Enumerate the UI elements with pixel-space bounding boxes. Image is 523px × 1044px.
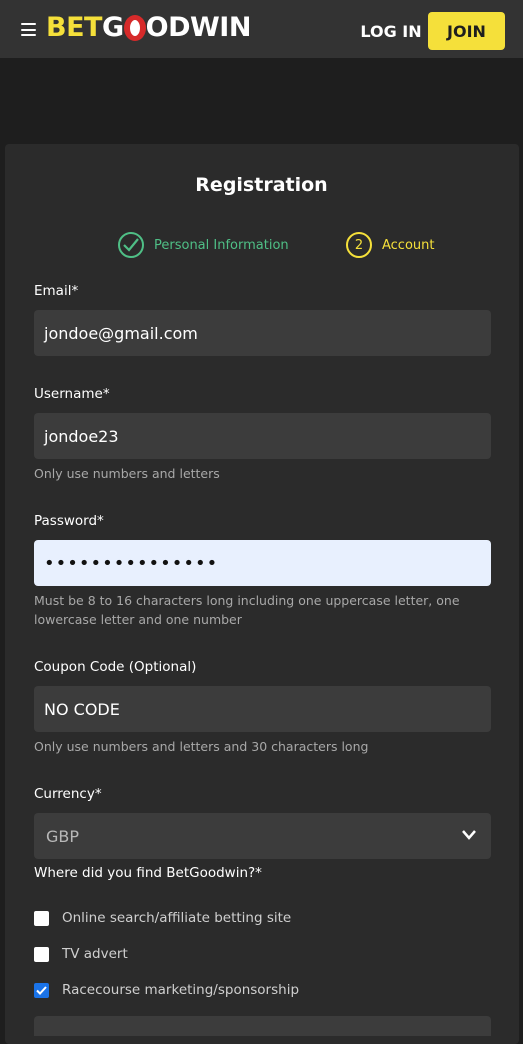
password-label: Password* — [34, 513, 104, 529]
email-field[interactable]: jondoe@gmail.com — [34, 310, 491, 356]
username-field[interactable]: jondoe23 — [34, 413, 491, 459]
currency-label: Currency* — [34, 786, 102, 802]
step-label: Personal Information — [154, 237, 289, 253]
check-icon — [36, 985, 47, 995]
step-number-icon: 2 — [346, 232, 372, 258]
checkbox[interactable] — [34, 946, 49, 962]
source-option-racecourse[interactable]: Racecourse marketing/sponsorship — [34, 982, 299, 998]
page-title: Registration — [195, 174, 328, 196]
hamburger-menu-icon[interactable] — [21, 23, 36, 36]
source-question-label: Where did you find BetGoodwin?* — [34, 865, 262, 881]
option-label: Online search/affiliate betting site — [62, 910, 292, 926]
login-button[interactable]: LOG IN — [355, 12, 427, 50]
username-hint: Only use numbers and letters — [34, 466, 220, 481]
betgoodwin-logo[interactable]: BET G ODWIN — [46, 12, 251, 44]
currency-selected-value: GBP — [46, 826, 80, 846]
logo-o-mark-icon — [123, 15, 146, 41]
option-label: Racecourse marketing/sponsorship — [62, 982, 300, 998]
password-field[interactable]: ••••••••••••••• — [34, 540, 491, 586]
checkbox[interactable] — [34, 910, 49, 926]
step-account: 2 Account — [346, 232, 435, 258]
chevron-down-icon — [462, 830, 476, 840]
join-button[interactable]: JOIN — [428, 12, 505, 50]
email-label: Email* — [34, 283, 79, 299]
top-bar: BET G ODWIN LOG IN JOIN — [0, 0, 523, 58]
step-label: Account — [382, 237, 435, 253]
password-hint: Must be 8 to 16 characters long includin… — [34, 593, 460, 627]
check-icon — [118, 232, 144, 258]
coupon-code-field[interactable]: NO CODE — [34, 686, 491, 732]
currency-select[interactable]: GBP — [34, 813, 491, 859]
source-option-online-search[interactable]: Online search/affiliate betting site — [34, 910, 291, 926]
next-field-partial[interactable] — [34, 1016, 491, 1036]
option-label: TV advert — [62, 946, 128, 962]
source-option-tv-advert[interactable]: TV advert — [34, 946, 128, 962]
coupon-code-label: Coupon Code (Optional) — [34, 659, 197, 675]
checkbox-checked[interactable] — [34, 982, 49, 998]
username-label: Username* — [34, 386, 110, 402]
step-personal-information: Personal Information — [118, 232, 289, 258]
coupon-code-hint: Only use numbers and letters and 30 char… — [34, 739, 369, 754]
